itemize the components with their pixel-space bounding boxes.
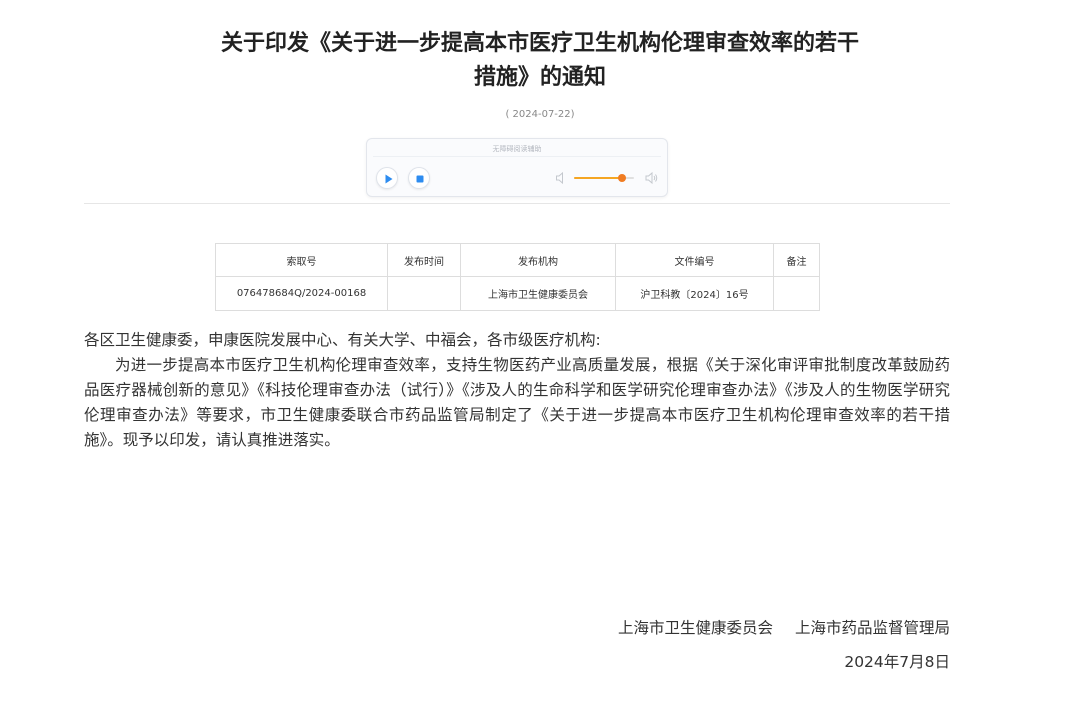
cell-document-number: 沪卫科教〔2024〕16号: [615, 276, 774, 311]
article-page: 关于印发《关于进一步提高本市医疗卫生机构伦理审查效率的若干 措施》的通知 ( 2…: [0, 0, 1080, 713]
volume-high-icon[interactable]: [645, 171, 659, 185]
player-divider: [373, 156, 661, 157]
signature-date: 2024年7月8日: [844, 653, 950, 671]
cell-publisher: 上海市卫生健康委员会: [460, 276, 616, 311]
cell-remarks: [773, 276, 820, 311]
stop-button[interactable]: [408, 167, 430, 189]
document-info-table: 索取号 发布时间 发布机构 文件编号 备注 076478684Q/2024-00…: [215, 243, 820, 311]
table-row: 076478684Q/2024-00168 上海市卫生健康委员会 沪卫科教〔20…: [215, 276, 820, 311]
stop-icon: [416, 175, 424, 183]
header-cell-publisher: 发布机构: [460, 243, 616, 277]
salutation: 各区卫生健康委，申康医院发展中心、有关大学、中福会，各市级医疗机构:: [84, 331, 601, 349]
volume-slider[interactable]: [574, 174, 634, 182]
cell-publish-time: [387, 276, 461, 311]
signature-org-drug-administration: 上海市药品监督管理局: [794, 619, 950, 637]
article-title-line-1: 关于印发《关于进一步提高本市医疗卫生机构伦理审查效率的若干: [220, 31, 859, 56]
player-caption: 无障碍阅读辅助: [492, 145, 542, 153]
header-cell-index-number: 索取号: [215, 243, 388, 277]
article-body: 各区卫生健康委，申康医院发展中心、有关大学、中福会，各市级医疗机构: 为进一步提…: [84, 328, 950, 453]
header-divider: [84, 203, 950, 204]
header-cell-document-number: 文件编号: [615, 243, 774, 277]
header-cell-publish-time: 发布时间: [387, 243, 461, 277]
article-title-line-2: 措施》的通知: [473, 65, 606, 90]
play-button[interactable]: [376, 167, 398, 189]
body-paragraph: 为进一步提高本市医疗卫生机构伦理审查效率，支持生物医药产业高质量发展，根据《关于…: [84, 356, 950, 449]
audio-player: 无障碍阅读辅助: [366, 138, 668, 197]
header-cell-remarks: 备注: [773, 243, 820, 277]
signature-orgs: 上海市卫生健康委员会 上海市药品监督管理局: [618, 616, 950, 640]
table-header-row: 索取号 发布时间 发布机构 文件编号 备注: [215, 243, 820, 277]
volume-low-icon[interactable]: [555, 171, 567, 185]
volume-slider-fill: [574, 177, 622, 179]
volume-slider-knob[interactable]: [618, 174, 626, 182]
cell-index-number: 076478684Q/2024-00168: [215, 276, 388, 311]
article-title: 关于印发《关于进一步提高本市医疗卫生机构伦理审查效率的若干 措施》的通知: [140, 27, 940, 95]
publish-date: ( 2024-07-22): [505, 109, 575, 120]
play-icon: [385, 174, 393, 184]
signature-org-health-commission: 上海市卫生健康委员会: [617, 619, 773, 637]
